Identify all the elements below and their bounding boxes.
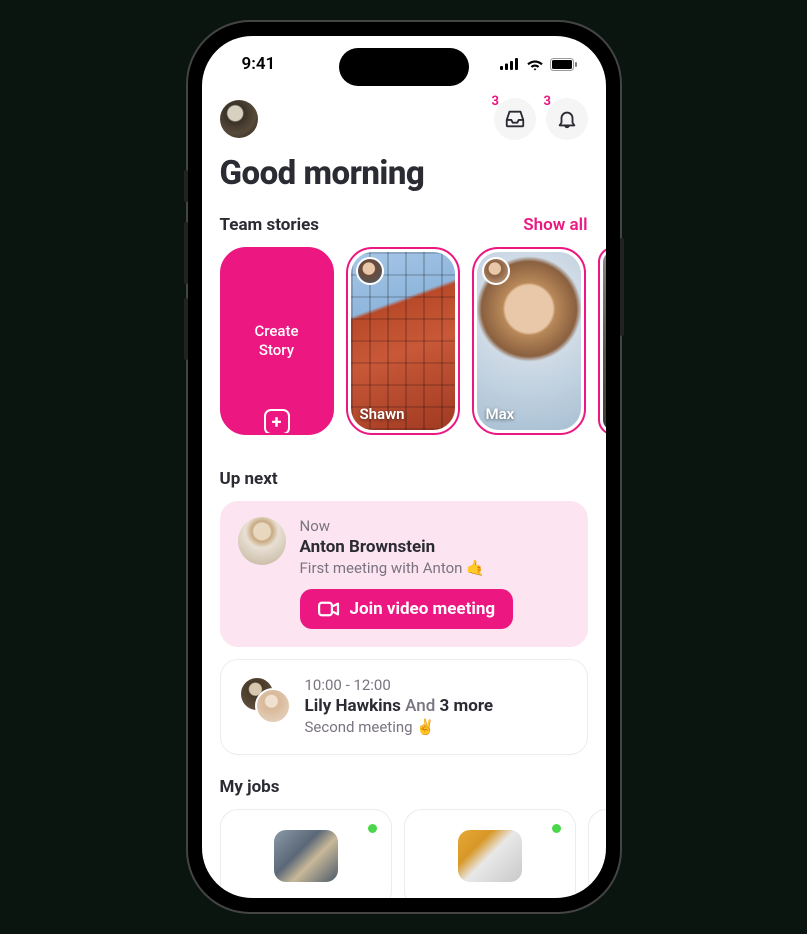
job-card[interactable]: [220, 809, 392, 898]
status-time: 9:41: [242, 54, 276, 74]
job-thumbnail: [458, 830, 522, 882]
stories-show-all[interactable]: Show all: [523, 215, 587, 235]
meeting-what: Second meeting ✌️: [305, 718, 569, 736]
status-dot-icon: [552, 824, 561, 833]
dynamic-island: [339, 48, 469, 86]
story-author-avatar: [482, 257, 510, 285]
phone-frame: 9:41 3 3 Good morning: [188, 22, 620, 912]
join-meeting-label: Join video meeting: [350, 599, 496, 619]
bell-icon: [556, 108, 578, 130]
meeting-card-upcoming[interactable]: 10:00 - 12:00 Lily Hawkins And 3 more Se…: [220, 659, 588, 755]
inbox-badge: 3: [492, 94, 499, 109]
meeting-when: 10:00 - 12:00: [305, 676, 569, 694]
story-author-name: Max: [486, 405, 515, 423]
stories-row: Create Story + Shawn Max: [220, 247, 606, 435]
cellular-icon: [500, 58, 520, 70]
story-author-name: Shawn: [360, 405, 405, 423]
notifications-button[interactable]: 3: [546, 98, 588, 140]
status-icons: [500, 58, 578, 71]
plus-icon: +: [264, 409, 290, 435]
meeting-avatar-stack: [239, 676, 291, 724]
job-card-partial[interactable]: [588, 809, 606, 898]
jobs-row: [220, 809, 606, 898]
join-meeting-button[interactable]: Join video meeting: [300, 589, 514, 629]
video-icon: [318, 601, 340, 617]
story-card[interactable]: Shawn: [346, 247, 460, 435]
status-dot-icon: [368, 824, 377, 833]
up-next-title: Up next: [220, 469, 278, 489]
story-author-avatar: [356, 257, 384, 285]
screen: 9:41 3 3 Good morning: [202, 36, 606, 898]
my-jobs-title: My jobs: [220, 777, 280, 797]
meeting-who: Lily Hawkins And 3 more: [305, 696, 569, 716]
profile-avatar[interactable]: [220, 100, 258, 138]
stories-title: Team stories: [220, 215, 320, 235]
story-card-partial[interactable]: [598, 247, 606, 435]
inbox-button[interactable]: 3: [494, 98, 536, 140]
create-story-label: Create Story: [254, 322, 298, 361]
meeting-who: Anton Brownstein: [300, 537, 570, 557]
notifications-badge: 3: [544, 94, 551, 109]
app-header: 3 3: [202, 92, 606, 148]
meeting-when: Now: [300, 517, 570, 535]
create-story-card[interactable]: Create Story +: [220, 247, 334, 435]
job-card[interactable]: [404, 809, 576, 898]
page-title: Good morning: [220, 154, 588, 193]
meeting-what: First meeting with Anton 🤙: [300, 559, 570, 577]
inbox-icon: [504, 108, 526, 130]
meeting-avatar: [238, 517, 286, 565]
stories-header: Team stories Show all: [220, 215, 588, 235]
job-thumbnail: [274, 830, 338, 882]
story-card[interactable]: Max: [472, 247, 586, 435]
meeting-card-current[interactable]: Now Anton Brownstein First meeting with …: [220, 501, 588, 647]
wifi-icon: [526, 58, 544, 71]
battery-icon: [550, 58, 578, 71]
